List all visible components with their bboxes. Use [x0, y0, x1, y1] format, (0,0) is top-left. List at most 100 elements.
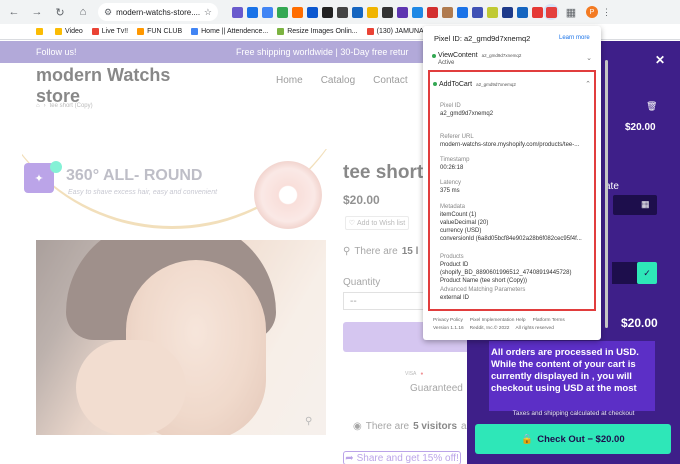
bookmark-item[interactable]: FUN CLUB [137, 28, 182, 35]
footer-link[interactable]: Pixel Implementation Help [470, 317, 526, 325]
footer-links: Privacy Policy Pixel Implementation Help P… [433, 317, 598, 325]
chevron-down-icon[interactable]: ⌄ [586, 54, 592, 62]
bookmark-favicon-icon [277, 28, 285, 35]
pixel-id-header: Pixel ID: a2_gmd9d7xnemq2 [434, 34, 531, 43]
extension-icon[interactable] [367, 6, 378, 18]
extension-icon[interactable] [382, 6, 393, 18]
browser-menu-icon[interactable]: ⋮ [602, 7, 611, 18]
footer-link[interactable]: Privacy Policy [433, 317, 463, 325]
bookmark-item[interactable]: Video [55, 28, 83, 35]
field-value: currency (USD) [440, 228, 482, 234]
extension-icon[interactable] [397, 6, 408, 18]
bookmark-item[interactable]: Live Tv!! [91, 28, 129, 35]
event-pixel-id: a2_gmd9d7xnemq2 [481, 53, 522, 58]
calendar-icon[interactable]: ▦ [641, 199, 650, 210]
apps-grid-icon[interactable] [36, 28, 46, 35]
extensions-row [232, 6, 543, 18]
event-status: Active [438, 60, 455, 66]
field-value: external ID [440, 295, 470, 301]
reddit-pixel-extension-button[interactable] [543, 4, 559, 20]
field-value: conversionId (6a8d05bcf84e902a28b6f082ce… [440, 236, 582, 242]
bookmark-label: Live Tv!! [101, 28, 129, 35]
bookmark-favicon-icon [91, 28, 99, 35]
browser-window: ← → ↻ ⌂ ⚙ modern-watchs-store.... ☆ ▦ P … [0, 0, 680, 464]
browser-toolbar: ← → ↻ ⌂ ⚙ modern-watchs-store.... ☆ ▦ P … [0, 0, 680, 24]
bookmark-favicon-icon [366, 28, 374, 35]
folder-icon [36, 28, 43, 35]
field-label: Advanced Matching Parameters [440, 287, 526, 293]
bookmark-label: FUN CLUB [147, 28, 183, 35]
field-label: Products [440, 254, 464, 260]
cart-subtotal: $20.00 [621, 316, 658, 330]
extension-icon[interactable] [457, 6, 468, 18]
back-icon[interactable]: ← [5, 3, 23, 21]
extension-icon[interactable] [352, 6, 363, 18]
bookmark-star-icon[interactable]: ☆ [204, 7, 212, 18]
bookmark-label: Home || Attendence... [201, 28, 269, 35]
chevron-up-icon[interactable]: ⌃ [585, 80, 591, 88]
event-field: Timestamp 00:26:18 [440, 156, 590, 172]
event-field: Pixel ID a2_gmd9d7xnemq2 [440, 102, 590, 118]
bookmark-favicon-icon [191, 28, 199, 35]
field-value: valueDecimal (20) [440, 220, 489, 226]
event-pixel-id: a2_gmd9d7xnemq2 [476, 81, 516, 87]
reload-icon[interactable]: ↻ [51, 3, 69, 21]
cart-item-price: $20.00 [625, 122, 656, 133]
home-icon[interactable]: ⌂ [74, 3, 92, 21]
apply-discount-button[interactable]: ✓ [637, 262, 657, 284]
extension-icon[interactable] [247, 6, 258, 18]
learn-more-link[interactable]: Learn more [559, 35, 590, 41]
site-info-icon[interactable]: ⚙ [104, 7, 112, 18]
field-value: itemCount (1) [440, 212, 477, 218]
extension-icon[interactable] [307, 6, 318, 18]
extension-icon[interactable] [322, 6, 333, 18]
event-name: AddToCart [439, 80, 473, 88]
bookmark-favicon-icon [137, 28, 145, 35]
profile-avatar[interactable]: P [586, 6, 598, 18]
field-value: 00:26:18 [440, 165, 464, 171]
extensions-puzzle-icon[interactable]: ▦ [562, 3, 580, 21]
extension-icon[interactable] [502, 6, 513, 18]
extension-icon[interactable] [487, 6, 498, 18]
extension-icon[interactable] [412, 6, 423, 18]
copyright-text: Reddit, Inc.© 2022 [469, 326, 510, 331]
bookmark-item[interactable]: Resize Images Onlin... [277, 28, 358, 35]
field-label: Referer URL [440, 134, 474, 140]
event-addtocart: AddToCart a2_gmd9d7xnemq2 ⌃ Pixel ID a2_g… [428, 70, 596, 311]
extension-icon[interactable] [427, 6, 438, 18]
close-icon[interactable]: ✕ [655, 53, 665, 67]
checkout-button[interactable]: 🔒 Check Out − $20.00 [475, 424, 671, 454]
popup-footer: Privacy Policy Pixel Implementation Help P… [433, 317, 598, 333]
extension-icon[interactable] [442, 6, 453, 18]
lock-icon: 🔒 [521, 433, 534, 445]
field-value: (shopify_BD_8890601996512_47408919445728… [440, 270, 572, 276]
active-status-dot [433, 82, 437, 86]
extension-icon[interactable] [532, 6, 543, 18]
extension-icon[interactable] [472, 6, 483, 18]
extension-icon[interactable] [262, 6, 273, 18]
bookmark-item[interactable]: Home || Attendence... [191, 28, 268, 35]
extension-icon[interactable] [517, 6, 528, 18]
forward-icon[interactable]: → [28, 3, 46, 21]
extension-icon[interactable] [277, 6, 288, 18]
field-value: modern-watchs-store.myshopify.com/produc… [440, 142, 580, 148]
extension-icon[interactable] [337, 6, 348, 18]
trash-icon[interactable]: 🗑 [646, 101, 657, 112]
footer-link[interactable]: Platform Terms [533, 317, 565, 325]
delivery-date-input[interactable] [613, 195, 657, 215]
pixel-helper-popup: Pixel ID: a2_gmd9d7xnemq2 Learn more Vie… [423, 26, 601, 340]
field-label: Latency [440, 180, 462, 186]
event-field: Latency 375 ms [440, 179, 590, 195]
bookmark-favicon-icon [55, 28, 62, 35]
extension-icon[interactable] [232, 6, 243, 18]
event-field: Advanced Matching Parameters external ID [440, 286, 590, 302]
reddit-pixel-extension-icon [545, 6, 557, 18]
address-bar[interactable]: ⚙ modern-watchs-store.... ☆ [98, 3, 218, 21]
event-field: Products Product ID (shopify_BD_8890601996… [440, 253, 590, 285]
bookmark-label: Resize Images Onlin... [287, 28, 358, 35]
event-addtocart-header[interactable]: AddToCart a2_gmd9d7xnemq2 ⌃ [433, 80, 591, 88]
currency-notice: All orders are processed in USD. While t… [489, 341, 655, 411]
popup-scrollbar[interactable] [605, 60, 608, 328]
event-viewcontent[interactable]: ViewContent a2_gmd9d7xnemq2 Active ⌄ [432, 52, 592, 66]
extension-icon[interactable] [292, 6, 303, 18]
